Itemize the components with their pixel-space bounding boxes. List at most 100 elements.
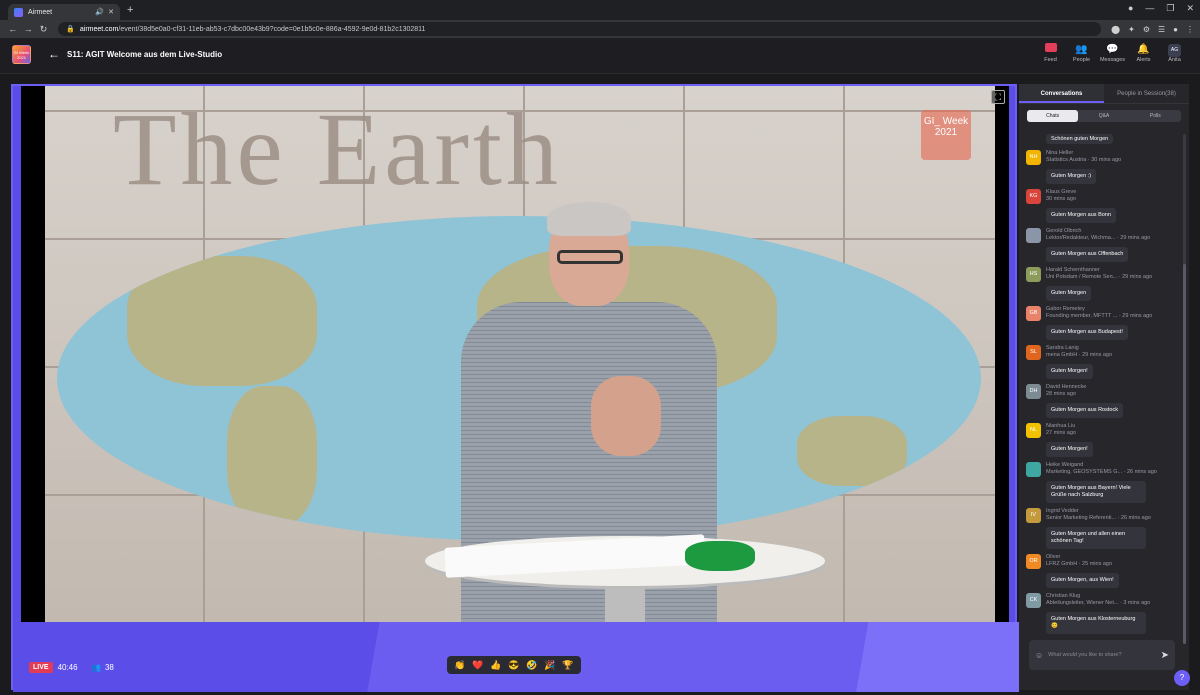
message-author[interactable]: Gerold Olbrich (1046, 228, 1189, 235)
fullscreen-icon[interactable]: ⛶ (991, 90, 1005, 104)
video-stream[interactable]: The Earth GI_ Week 2021 ⛶ (21, 86, 1009, 622)
message-author[interactable]: Ingrid Vedder (1046, 508, 1189, 515)
puzzle-icon[interactable]: ⚙ (1143, 25, 1150, 34)
emoji-icon[interactable]: ☺ (1035, 651, 1043, 660)
chat-scrollbar[interactable] (1183, 134, 1186, 644)
avatar[interactable]: HS (1026, 267, 1041, 282)
tab-conversations[interactable]: Conversations (1019, 84, 1104, 103)
message-author[interactable]: Harald Schernthanner (1046, 267, 1189, 274)
trophy-reaction-icon[interactable]: 🏆 (562, 660, 573, 671)
avatar[interactable]: NL (1026, 423, 1041, 438)
send-icon[interactable]: ➤ (1161, 650, 1169, 661)
nav-profile[interactable]: AG Anita (1159, 43, 1190, 63)
people-icon: 👥 (1075, 44, 1088, 55)
avatar[interactable]: KG (1026, 189, 1041, 204)
chat-subtabs: Chats Q&A Polls (1027, 110, 1181, 122)
menu-icon[interactable]: ☰ (1158, 25, 1165, 34)
list-item: NL Nianhua Liu 27 mins ago Guten Morgen! (1019, 423, 1189, 457)
nav-feed[interactable]: Feed (1035, 43, 1066, 63)
message-author[interactable]: Gabor Remetey (1046, 306, 1189, 313)
profile-dot-icon[interactable]: ● (1128, 3, 1133, 14)
studio-scene: The Earth GI_ Week 2021 (45, 86, 995, 622)
app-header: GI Week 2021 ← S11: AGIT Welcome aus dem… (0, 38, 1200, 74)
forward-arrow-icon[interactable]: → (21, 24, 34, 34)
event-logo[interactable]: GI Week 2021 (12, 45, 31, 64)
message-bubble: Guten Morgen (1046, 286, 1092, 301)
tab-close-icon[interactable]: ✕ (108, 8, 114, 16)
message-meta: Abteilungsleiter, Wiener Net... · 3 mins… (1046, 600, 1151, 606)
messages-icon: 💬 (1106, 44, 1119, 55)
kebab-menu-icon[interactable]: ⋮ (1186, 25, 1194, 34)
avatar[interactable]: CK (1026, 593, 1041, 608)
message-bubble: Guten Morgen, aus Wien! (1046, 573, 1119, 588)
thumbs-up-reaction-icon[interactable]: 👍 (490, 660, 501, 671)
message-meta: Marketing, GEOSYSTEMS G... · 26 mins ago (1046, 469, 1157, 475)
message-bubble: Guten Morgen! (1046, 364, 1093, 379)
reload-icon[interactable]: ↻ (37, 24, 50, 35)
avatar[interactable]: IV (1026, 508, 1041, 523)
list-item: HS Harald Schernthanner Uni Potsdam / Remo… (1019, 267, 1189, 301)
message-author[interactable]: David Hennecke (1046, 384, 1189, 391)
subtab-chats[interactable]: Chats (1027, 110, 1079, 122)
nav-label: Alerts (1136, 57, 1151, 63)
extension-icon[interactable]: ✦ (1128, 25, 1135, 34)
attendee-count[interactable]: 👥 38 (91, 663, 114, 672)
message-author[interactable]: Heike Weigand (1046, 462, 1189, 469)
clap-reaction-icon[interactable]: 👏 (454, 660, 465, 671)
subtab-qa[interactable]: Q&A (1078, 110, 1129, 122)
heart-reaction-icon[interactable]: ❤️ (472, 660, 483, 671)
list-item: OR Oliver LFRZ GmbH · 25 mins ago Guten Mor… (1019, 554, 1189, 588)
tab-people-in-session[interactable]: People in Session(38) (1104, 84, 1189, 103)
new-tab-button[interactable]: + (127, 4, 133, 16)
message-meta: Statistics Austria · 30 mins ago (1046, 157, 1122, 163)
avatar[interactable] (1026, 228, 1041, 243)
browser-toolbar: ← → ↻ 🔒 airmeet.com /event/38d5e0a0-cf31… (0, 20, 1200, 38)
list-item: Heike Weigand Marketing, GEOSYSTEMS G... … (1019, 462, 1189, 503)
chat-input[interactable]: What would you like to share? (1048, 652, 1160, 658)
message-author[interactable]: Nina Heller (1046, 150, 1189, 157)
avatar[interactable]: DH (1026, 384, 1041, 399)
nav-alerts[interactable]: 🔔 Alerts (1128, 43, 1159, 63)
session-title: S11: AGIT Welcome aus dem Live-Studio (67, 50, 223, 59)
help-button[interactable]: ? (1174, 670, 1190, 686)
laugh-reaction-icon[interactable]: 🤣 (526, 660, 537, 671)
cool-reaction-icon[interactable]: 😎 (508, 660, 519, 671)
panel-tabs: Conversations People in Session(38) (1019, 84, 1189, 104)
chat-composer[interactable]: ☺ What would you like to share? ➤ (1029, 640, 1175, 670)
nav-messages[interactable]: 💬 Messages (1097, 43, 1128, 63)
message-author[interactable]: Klaus Greve (1046, 189, 1189, 196)
back-arrow-icon[interactable]: ← (6, 24, 19, 34)
header-nav: Feed 👥 People 💬 Messages 🔔 Alerts AG Ani… (1035, 43, 1190, 63)
tab-audio-icon[interactable]: 🔊 (95, 8, 104, 16)
lock-icon: 🔒 (66, 26, 75, 33)
list-item: CK Christian Klug Abteilungsleiter, Wiener… (1019, 593, 1189, 634)
back-button[interactable]: ← (48, 47, 60, 61)
message-author[interactable]: Nianhua Liu (1046, 423, 1189, 430)
message-author[interactable]: Christian Klug (1046, 593, 1189, 600)
avatar[interactable]: OR (1026, 554, 1041, 569)
avatar[interactable]: GB (1026, 306, 1041, 321)
nav-people[interactable]: 👥 People (1066, 43, 1097, 63)
profile-icon[interactable]: ● (1173, 25, 1178, 34)
avatar[interactable]: NH (1026, 150, 1041, 165)
people-icon: 👥 (91, 663, 101, 672)
avatar[interactable]: SL (1026, 345, 1041, 360)
subtab-polls[interactable]: Polls (1130, 110, 1181, 122)
message-author[interactable]: Sandra Lanig (1046, 345, 1189, 352)
minimize-button[interactable]: — (1145, 3, 1154, 14)
avatar[interactable] (1026, 462, 1041, 477)
close-window-button[interactable]: ✕ (1186, 3, 1194, 14)
lanyard (685, 541, 755, 571)
nav-label: Messages (1099, 57, 1126, 63)
browser-tab[interactable]: Airmeet 🔊 ✕ (8, 4, 120, 20)
message-author[interactable]: Oliver (1046, 554, 1189, 561)
party-reaction-icon[interactable]: 🎉 (544, 660, 555, 671)
extension-icon[interactable]: ⬤ (1111, 25, 1120, 34)
address-bar[interactable]: 🔒 airmeet.com /event/38d5e0a0-cf31-11eb-… (58, 22, 1102, 36)
maximize-button[interactable]: ❐ (1166, 3, 1174, 14)
live-badge: LIVE (29, 662, 53, 673)
list-item: DH David Hennecke 28 mins ago Guten Morgen … (1019, 384, 1189, 418)
app-window: Airmeet 🔊 ✕ + ● — ❐ ✕ ← → ↻ 🔒 airmeet.co… (0, 0, 1200, 695)
reaction-bar: 👏 ❤️ 👍 😎 🤣 🎉 🏆 (447, 656, 581, 674)
message-bubble: Guten Morgen und allen einen schönen Tag… (1046, 527, 1146, 549)
